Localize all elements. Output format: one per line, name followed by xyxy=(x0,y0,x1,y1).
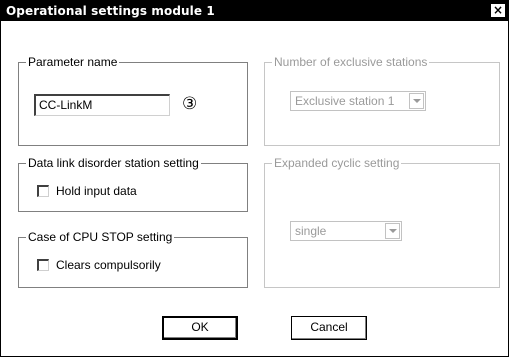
cpu-stop-group: Case of CPU STOP setting Clears compulso… xyxy=(18,230,248,288)
expanded-cyclic-value: single xyxy=(295,224,327,238)
clears-compulsorily-checkbox[interactable] xyxy=(37,259,49,271)
cpu-stop-legend: Case of CPU STOP setting xyxy=(26,230,175,244)
title-bar[interactable]: Operational settings module 1 × xyxy=(1,1,508,21)
chevron-down-icon[interactable] xyxy=(385,223,400,239)
hold-input-data-label: Hold input data xyxy=(56,184,137,198)
expanded-cyclic-select[interactable]: single xyxy=(290,221,402,241)
clears-compulsorily-option[interactable]: Clears compulsorily xyxy=(37,258,161,272)
exclusive-stations-select[interactable]: Exclusive station 1 xyxy=(290,91,426,111)
ok-button[interactable]: OK xyxy=(162,316,238,340)
parameter-name-input[interactable]: CC-LinkM xyxy=(34,94,170,116)
data-link-disorder-group: Data link disorder station setting Hold … xyxy=(18,156,248,212)
clears-compulsorily-label: Clears compulsorily xyxy=(56,258,161,272)
exclusive-stations-group: Number of exclusive stations Exclusive s… xyxy=(264,55,500,146)
expanded-cyclic-group: Expanded cyclic setting single xyxy=(264,156,500,288)
window-title: Operational settings module 1 xyxy=(6,4,215,18)
parameter-name-legend: Parameter name xyxy=(26,55,120,69)
data-link-disorder-legend: Data link disorder station setting xyxy=(26,156,201,170)
parameter-name-group: Parameter name CC-LinkM ③ xyxy=(18,55,248,146)
cancel-button[interactable]: Cancel xyxy=(291,316,367,340)
exclusive-stations-value: Exclusive station 1 xyxy=(295,94,395,108)
callout-marker-3: ③ xyxy=(182,94,198,114)
hold-input-data-checkbox[interactable] xyxy=(37,185,49,197)
operational-settings-dialog: Operational settings module 1 × Paramete… xyxy=(0,0,509,357)
chevron-down-icon[interactable] xyxy=(409,93,424,109)
exclusive-stations-legend: Number of exclusive stations xyxy=(272,55,430,69)
expanded-cyclic-legend: Expanded cyclic setting xyxy=(272,156,402,170)
hold-input-data-option[interactable]: Hold input data xyxy=(37,184,137,198)
close-icon[interactable]: × xyxy=(490,3,506,18)
